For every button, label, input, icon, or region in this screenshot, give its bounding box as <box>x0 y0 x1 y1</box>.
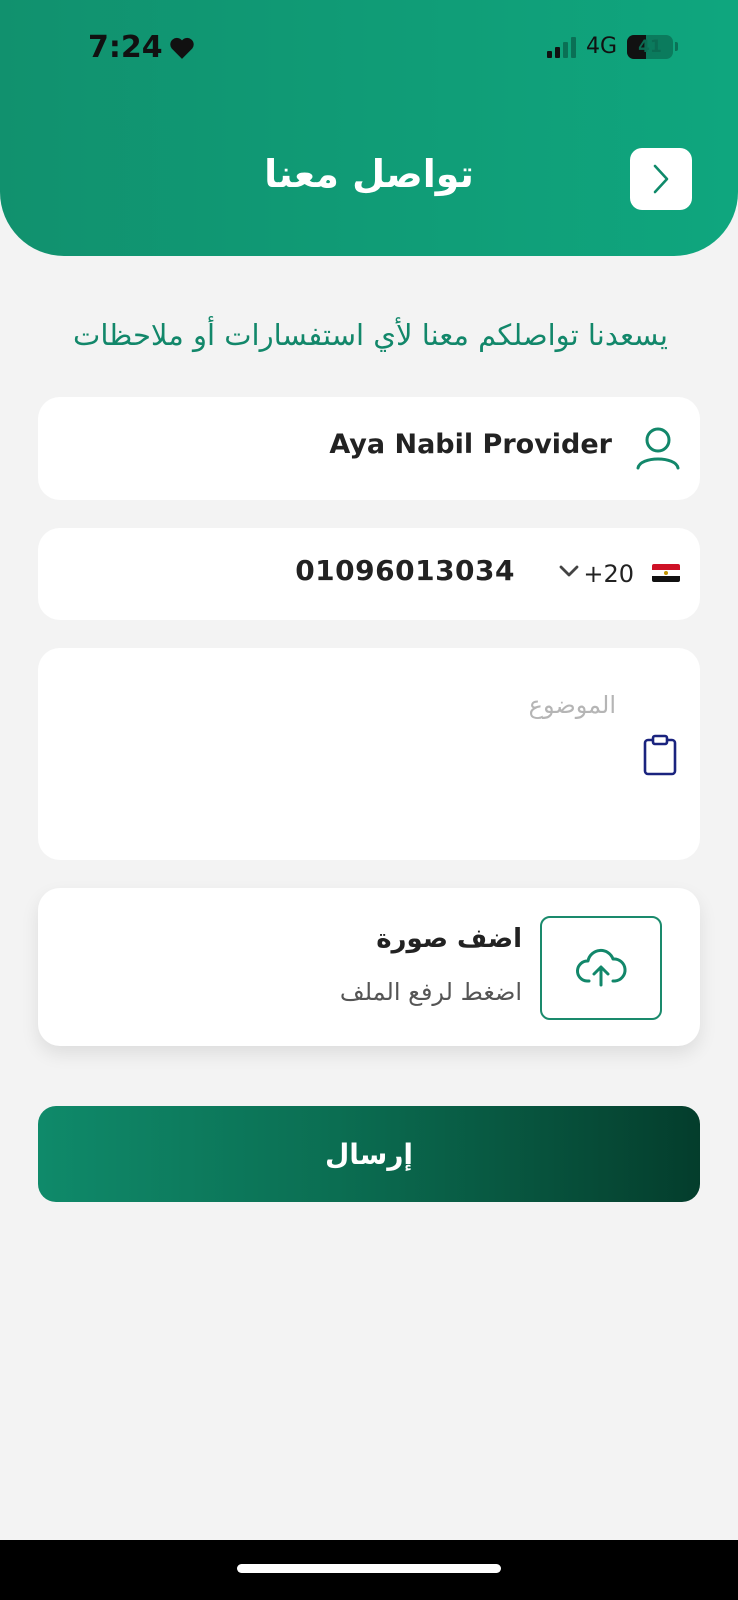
name-field[interactable]: Aya Nabil Provider <box>38 397 700 500</box>
phone-field[interactable]: 01096013034 +20 <box>38 528 700 620</box>
battery-level: 41 <box>638 36 662 57</box>
user-icon <box>636 427 680 470</box>
page-title: تواصل معنا <box>264 152 474 196</box>
home-indicator[interactable] <box>237 1564 501 1573</box>
signal-icon <box>546 36 576 58</box>
upload-title: اضف صورة <box>376 924 522 954</box>
subject-input[interactable] <box>94 690 618 720</box>
upload-image-card[interactable]: اضف صورة اضغط لرفع الملف <box>38 888 700 1046</box>
clipboard-icon <box>643 734 677 776</box>
send-button[interactable]: إرسال <box>38 1106 700 1202</box>
header: 7:24 4G 41 تواصل معنا <box>0 0 738 256</box>
status-time: 7:24 <box>88 30 195 65</box>
back-button[interactable] <box>630 148 692 210</box>
upload-button[interactable] <box>540 916 662 1020</box>
egypt-flag-icon <box>652 564 680 582</box>
network-label: 4G <box>585 34 617 59</box>
battery-icon: 41 <box>627 34 673 59</box>
home-bar-area <box>0 1540 738 1600</box>
chevron-right-icon <box>653 164 669 194</box>
status-time-text: 7:24 <box>88 30 163 65</box>
country-code[interactable]: +20 <box>583 560 634 588</box>
name-value[interactable]: Aya Nabil Provider <box>329 429 612 460</box>
intro-text: يسعدنا تواصلكم معنا لأي استفسارات أو ملا… <box>73 318 668 352</box>
upload-subtitle: اضغط لرفع الملف <box>339 978 522 1006</box>
status-indicators: 4G 41 <box>546 34 678 59</box>
cloud-upload-icon <box>576 948 627 987</box>
chevron-down-icon[interactable] <box>558 564 580 578</box>
phone-number[interactable]: 01096013034 <box>295 554 515 587</box>
heart-icon <box>169 37 194 59</box>
subject-field[interactable] <box>38 648 700 860</box>
